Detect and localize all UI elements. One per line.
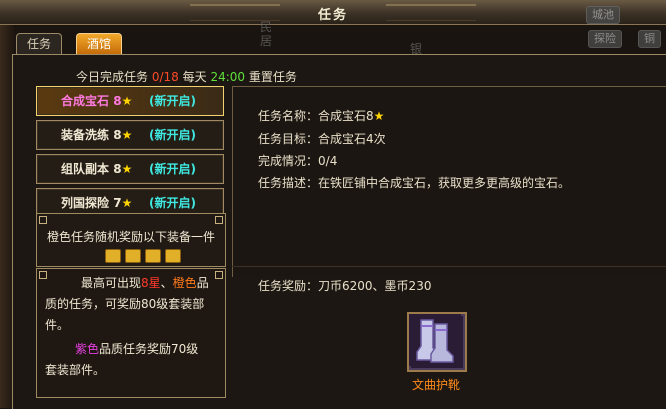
orange-reward-text: 橙色任务随机奖励以下装备一件 bbox=[46, 230, 215, 244]
quest-desc-row: 任务描述：在铁匠铺中合成宝石，获取更多更高级的宝石。 bbox=[258, 174, 570, 191]
label: 任务目标： bbox=[258, 132, 319, 146]
reward-item-name: 文曲护靴 bbox=[411, 378, 460, 392]
quest-name: 合成宝石 8★ bbox=[61, 94, 133, 108]
label: 任务描述： bbox=[258, 176, 319, 190]
value: 刀币6200、墨币230 bbox=[318, 279, 432, 293]
tab-tavern[interactable]: 酒馆 bbox=[76, 33, 123, 54]
equipment-icons bbox=[105, 248, 185, 263]
new-tag: (新开启) bbox=[149, 128, 196, 142]
reward-item-slot[interactable] bbox=[407, 312, 467, 372]
info-line-4: 紫色品质任务奖励70级 bbox=[75, 342, 199, 356]
quest-item-team-dungeon[interactable]: 组队副本 8★ (新开启) bbox=[36, 154, 224, 184]
new-tag: (新开启) bbox=[149, 162, 196, 176]
bg-copper-button: 铜 bbox=[638, 30, 661, 48]
corner-ornament bbox=[215, 271, 223, 279]
info-line-2: 质的任务，可奖励80级套装部 bbox=[45, 297, 205, 311]
daily-summary: 今日完成任务 0/18 每天 24:00 重置任务 bbox=[76, 68, 297, 85]
star-icon: ★ bbox=[121, 196, 133, 210]
info-line-3: 件。 bbox=[45, 318, 70, 332]
value: 合成宝石4次 bbox=[318, 132, 386, 146]
armor-icon[interactable] bbox=[125, 248, 141, 263]
summary-mid: 每天 bbox=[182, 70, 207, 84]
window-titlebar: 任务 bbox=[0, 0, 666, 25]
quest-name: 装备洗练 8★ bbox=[61, 128, 133, 142]
quest-progress-row: 完成情况：0/4 bbox=[258, 152, 337, 169]
helmet-icon[interactable] bbox=[105, 248, 121, 263]
label: 完成情况： bbox=[258, 154, 319, 168]
tab-quests[interactable]: 任务 bbox=[16, 33, 63, 54]
star-icon: ★ bbox=[373, 109, 385, 123]
value: 0/4 bbox=[318, 154, 338, 168]
reward-row: 任务奖励：刀币6200、墨币230 bbox=[258, 277, 431, 294]
orange-reward-box: 橙色任务随机奖励以下装备一件 bbox=[36, 213, 226, 267]
quest-item-gem-synthesis[interactable]: 合成宝石 8★ (新开启) bbox=[36, 86, 224, 116]
quest-item-equip-refine[interactable]: 装备洗练 8★ (新开启) bbox=[36, 120, 224, 150]
star-icon: ★ bbox=[121, 94, 133, 108]
bg-map-label: 居 bbox=[260, 34, 273, 48]
quest-name: 组队副本 8★ bbox=[61, 162, 133, 176]
bg-city-button: 城池 bbox=[586, 6, 620, 24]
info-line-5: 套装部件。 bbox=[45, 363, 106, 377]
summary-prefix: 今日完成任务 bbox=[76, 70, 149, 84]
belt-icon[interactable] bbox=[165, 248, 181, 263]
summary-suffix: 重置任务 bbox=[248, 70, 297, 84]
quest-list: 合成宝石 8★ (新开启) 装备洗练 8★ (新开启) 组队副本 8★ (新开启… bbox=[36, 86, 224, 222]
corner-ornament bbox=[215, 216, 223, 224]
bg-explore-button: 探险 bbox=[588, 30, 622, 48]
label: 任务奖励： bbox=[258, 279, 319, 293]
boots-icon[interactable] bbox=[145, 248, 161, 263]
corner-ornament bbox=[39, 216, 47, 224]
info-line-1: 最高可出现8星、橙色品 bbox=[81, 276, 209, 290]
new-tag: (新开启) bbox=[149, 94, 196, 108]
reset-time: 24:00 bbox=[210, 70, 246, 84]
window-title: 任务 bbox=[317, 8, 348, 23]
quality-info-box: 最高可出现8星、橙色品 质的任务，可奖励80级套装部 件。 紫色品质任务奖励70… bbox=[36, 268, 226, 398]
boots-icon bbox=[409, 314, 461, 366]
value: 在铁匠铺中合成宝石，获取更多更高级的宝石。 bbox=[318, 176, 571, 190]
star-icon: ★ bbox=[121, 162, 133, 176]
star-icon: ★ bbox=[121, 128, 133, 142]
value: 合成宝石8 bbox=[318, 109, 374, 123]
quest-goal-row: 任务目标：合成宝石4次 bbox=[258, 130, 386, 147]
completed-count: 0/18 bbox=[151, 70, 179, 84]
quest-name-row: 任务名称：合成宝石8★ bbox=[258, 107, 384, 124]
label: 任务名称： bbox=[258, 109, 319, 123]
